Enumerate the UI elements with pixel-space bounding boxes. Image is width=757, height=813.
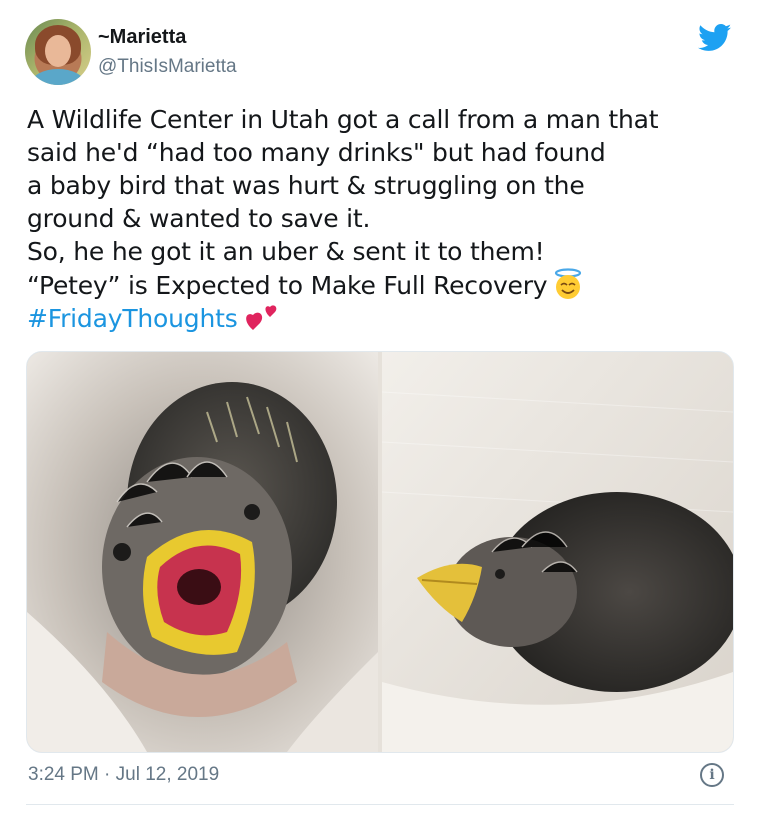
tweet-timestamp[interactable]: 3:24 PM · Jul 12, 2019	[28, 764, 219, 786]
tweet-text: A Wildlife Center in Utah got a call fro…	[27, 103, 742, 335]
tweet-line: A Wildlife Center in Utah got a call fro…	[27, 105, 659, 134]
tweet-line: said he'd “had too many drinks" but had …	[27, 138, 606, 167]
twitter-bird-icon[interactable]	[698, 24, 732, 52]
tweet-line: ground & wanted to save it.	[27, 204, 371, 233]
display-name[interactable]: ~Marietta	[98, 26, 186, 49]
avatar-face	[45, 35, 71, 67]
smiling-face-with-halo-icon	[555, 268, 582, 299]
avatar[interactable]	[25, 19, 91, 85]
tweet-line: a baby bird that was hurt & struggling o…	[27, 171, 585, 200]
tweet-line: So, he he got it an uber & sent it to th…	[27, 237, 545, 266]
info-icon[interactable]: i	[700, 763, 724, 787]
hashtag-link[interactable]: #FridayThoughts	[27, 304, 238, 333]
baby-bird-photo-side[interactable]	[382, 352, 733, 752]
avatar-shirt	[31, 69, 85, 85]
divider	[26, 804, 734, 805]
tweet-line-with-emoji: “Petey” is Expected to Make Full Recover…	[27, 268, 742, 302]
bird-side-illustration	[382, 352, 733, 752]
user-handle[interactable]: @ThisIsMarietta	[98, 56, 237, 78]
tweet-card: ~Marietta @ThisIsMarietta A Wildlife Cen…	[0, 0, 757, 813]
media-grid[interactable]	[26, 351, 734, 753]
tweet-line-hashtag: #FridayThoughts	[27, 302, 742, 335]
tweet-line: “Petey” is Expected to Make Full Recover…	[27, 271, 548, 300]
two-hearts-icon	[245, 305, 276, 330]
baby-bird-photo-open-beak[interactable]	[27, 352, 378, 752]
bird-open-beak-illustration	[27, 352, 378, 752]
